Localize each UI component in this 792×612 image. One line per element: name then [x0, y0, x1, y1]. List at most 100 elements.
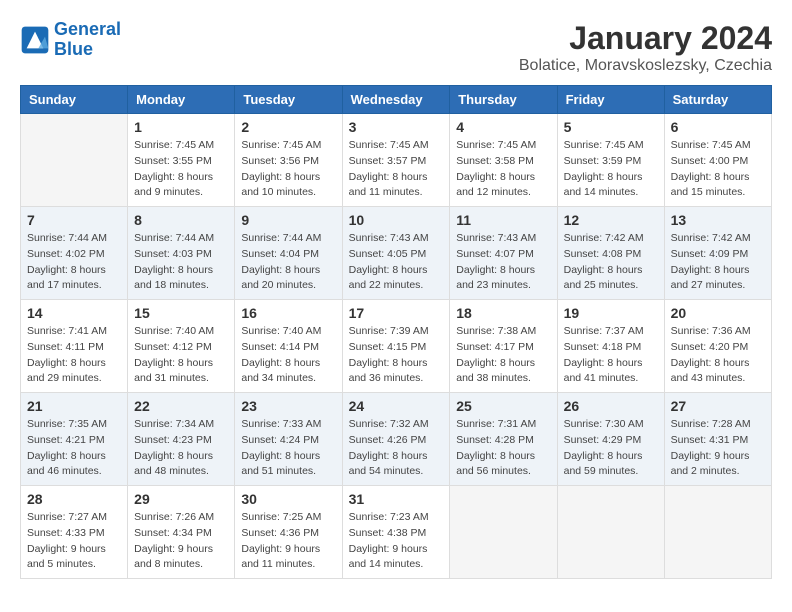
table-row: 1 Sunrise: 7:45 AM Sunset: 3:55 PM Daylig…	[128, 114, 235, 207]
table-row: 6 Sunrise: 7:45 AM Sunset: 4:00 PM Daylig…	[664, 114, 771, 207]
table-row: 16Sunrise: 7:40 AM Sunset: 4:14 PM Dayli…	[235, 300, 342, 393]
day-number: 1	[134, 119, 228, 135]
day-info: Sunrise: 7:45 AM Sunset: 4:00 PM Dayligh…	[671, 138, 765, 201]
day-info: Sunrise: 7:35 AM Sunset: 4:21 PM Dayligh…	[27, 417, 121, 480]
table-row: 10Sunrise: 7:43 AM Sunset: 4:05 PM Dayli…	[342, 207, 450, 300]
table-row: 14Sunrise: 7:41 AM Sunset: 4:11 PM Dayli…	[21, 300, 128, 393]
day-info: Sunrise: 7:33 AM Sunset: 4:24 PM Dayligh…	[241, 417, 335, 480]
day-info: Sunrise: 7:31 AM Sunset: 4:28 PM Dayligh…	[456, 417, 550, 480]
title-block: January 2024 Bolatice, Moravskoslezsky, …	[519, 20, 772, 75]
day-info: Sunrise: 7:45 AM Sunset: 3:59 PM Dayligh…	[564, 138, 658, 201]
logo-text: General Blue	[54, 20, 121, 60]
table-row: 18 Sunrise: 7:38 AM Sunset: 4:17 PM Dayli…	[450, 300, 557, 393]
day-number: 16	[241, 305, 335, 321]
day-number: 14	[27, 305, 121, 321]
day-number: 4	[456, 119, 550, 135]
day-number: 3	[349, 119, 444, 135]
day-info: Sunrise: 7:42 AM Sunset: 4:08 PM Dayligh…	[564, 231, 658, 294]
table-row: 24Sunrise: 7:32 AM Sunset: 4:26 PM Dayli…	[342, 393, 450, 486]
calendar-header-row: Sunday Monday Tuesday Wednesday Thursday…	[21, 86, 772, 114]
day-number: 20	[671, 305, 765, 321]
table-row: 4 Sunrise: 7:45 AM Sunset: 3:58 PM Daylig…	[450, 114, 557, 207]
day-number: 23	[241, 398, 335, 414]
day-number: 15	[134, 305, 228, 321]
day-number: 13	[671, 212, 765, 228]
table-row: 13 Sunrise: 7:42 AM Sunset: 4:09 PM Dayli…	[664, 207, 771, 300]
day-number: 6	[671, 119, 765, 135]
col-friday: Friday	[557, 86, 664, 114]
day-number: 28	[27, 491, 121, 507]
table-row: 23 Sunrise: 7:33 AM Sunset: 4:24 PM Dayli…	[235, 393, 342, 486]
table-row: 9 Sunrise: 7:44 AM Sunset: 4:04 PM Daylig…	[235, 207, 342, 300]
day-info: Sunrise: 7:45 AM Sunset: 3:57 PM Dayligh…	[349, 138, 444, 201]
table-row	[450, 486, 557, 579]
day-info: Sunrise: 7:45 AM Sunset: 3:56 PM Dayligh…	[241, 138, 335, 201]
day-number: 8	[134, 212, 228, 228]
col-wednesday: Wednesday	[342, 86, 450, 114]
day-info: Sunrise: 7:45 AM Sunset: 3:55 PM Dayligh…	[134, 138, 228, 201]
day-number: 17	[349, 305, 444, 321]
day-info: Sunrise: 7:28 AM Sunset: 4:31 PM Dayligh…	[671, 417, 765, 480]
table-row: 15 Sunrise: 7:40 AM Sunset: 4:12 PM Dayli…	[128, 300, 235, 393]
day-info: Sunrise: 7:44 AM Sunset: 4:02 PM Dayligh…	[27, 231, 121, 294]
table-row: 22 Sunrise: 7:34 AM Sunset: 4:23 PM Dayli…	[128, 393, 235, 486]
table-row: 19Sunrise: 7:37 AM Sunset: 4:18 PM Dayli…	[557, 300, 664, 393]
day-number: 21	[27, 398, 121, 414]
day-number: 30	[241, 491, 335, 507]
table-row	[664, 486, 771, 579]
col-tuesday: Tuesday	[235, 86, 342, 114]
table-row: 3 Sunrise: 7:45 AM Sunset: 3:57 PM Daylig…	[342, 114, 450, 207]
table-row: 29 Sunrise: 7:26 AM Sunset: 4:34 PM Dayli…	[128, 486, 235, 579]
table-row: 12 Sunrise: 7:42 AM Sunset: 4:08 PM Dayli…	[557, 207, 664, 300]
page-header: General Blue January 2024 Bolatice, Mora…	[20, 20, 772, 75]
day-info: Sunrise: 7:44 AM Sunset: 4:04 PM Dayligh…	[241, 231, 335, 294]
day-number: 31	[349, 491, 444, 507]
logo-icon	[20, 25, 50, 55]
day-number: 22	[134, 398, 228, 414]
day-number: 27	[671, 398, 765, 414]
day-info: Sunrise: 7:27 AM Sunset: 4:33 PM Dayligh…	[27, 510, 121, 573]
day-info: Sunrise: 7:26 AM Sunset: 4:34 PM Dayligh…	[134, 510, 228, 573]
day-number: 2	[241, 119, 335, 135]
day-number: 18	[456, 305, 550, 321]
table-row: 27 Sunrise: 7:28 AM Sunset: 4:31 PM Dayli…	[664, 393, 771, 486]
day-info: Sunrise: 7:25 AM Sunset: 4:36 PM Dayligh…	[241, 510, 335, 573]
day-number: 12	[564, 212, 658, 228]
month-title: January 2024	[519, 20, 772, 57]
table-row: 28 Sunrise: 7:27 AM Sunset: 4:33 PM Dayli…	[21, 486, 128, 579]
day-number: 7	[27, 212, 121, 228]
calendar-week-row: 21 Sunrise: 7:35 AM Sunset: 4:21 PM Dayli…	[21, 393, 772, 486]
table-row: 26 Sunrise: 7:30 AM Sunset: 4:29 PM Dayli…	[557, 393, 664, 486]
location-title: Bolatice, Moravskoslezsky, Czechia	[519, 57, 772, 75]
table-row: 25 Sunrise: 7:31 AM Sunset: 4:28 PM Dayli…	[450, 393, 557, 486]
col-monday: Monday	[128, 86, 235, 114]
day-info: Sunrise: 7:37 AM Sunset: 4:18 PM Dayligh…	[564, 324, 658, 387]
day-number: 29	[134, 491, 228, 507]
table-row: 5Sunrise: 7:45 AM Sunset: 3:59 PM Daylig…	[557, 114, 664, 207]
col-thursday: Thursday	[450, 86, 557, 114]
day-info: Sunrise: 7:34 AM Sunset: 4:23 PM Dayligh…	[134, 417, 228, 480]
table-row: 2 Sunrise: 7:45 AM Sunset: 3:56 PM Daylig…	[235, 114, 342, 207]
day-info: Sunrise: 7:30 AM Sunset: 4:29 PM Dayligh…	[564, 417, 658, 480]
day-info: Sunrise: 7:44 AM Sunset: 4:03 PM Dayligh…	[134, 231, 228, 294]
col-sunday: Sunday	[21, 86, 128, 114]
table-row	[557, 486, 664, 579]
table-row: 20Sunrise: 7:36 AM Sunset: 4:20 PM Dayli…	[664, 300, 771, 393]
day-info: Sunrise: 7:45 AM Sunset: 3:58 PM Dayligh…	[456, 138, 550, 201]
day-number: 25	[456, 398, 550, 414]
day-info: Sunrise: 7:38 AM Sunset: 4:17 PM Dayligh…	[456, 324, 550, 387]
table-row	[21, 114, 128, 207]
day-number: 26	[564, 398, 658, 414]
calendar-week-row: 28 Sunrise: 7:27 AM Sunset: 4:33 PM Dayli…	[21, 486, 772, 579]
table-row: 11Sunrise: 7:43 AM Sunset: 4:07 PM Dayli…	[450, 207, 557, 300]
calendar-week-row: 1 Sunrise: 7:45 AM Sunset: 3:55 PM Daylig…	[21, 114, 772, 207]
table-row: 21 Sunrise: 7:35 AM Sunset: 4:21 PM Dayli…	[21, 393, 128, 486]
day-number: 11	[456, 212, 550, 228]
day-number: 24	[349, 398, 444, 414]
col-saturday: Saturday	[664, 86, 771, 114]
day-info: Sunrise: 7:40 AM Sunset: 4:12 PM Dayligh…	[134, 324, 228, 387]
day-info: Sunrise: 7:42 AM Sunset: 4:09 PM Dayligh…	[671, 231, 765, 294]
day-number: 9	[241, 212, 335, 228]
logo-line2: Blue	[54, 39, 93, 59]
calendar: Sunday Monday Tuesday Wednesday Thursday…	[20, 85, 772, 579]
